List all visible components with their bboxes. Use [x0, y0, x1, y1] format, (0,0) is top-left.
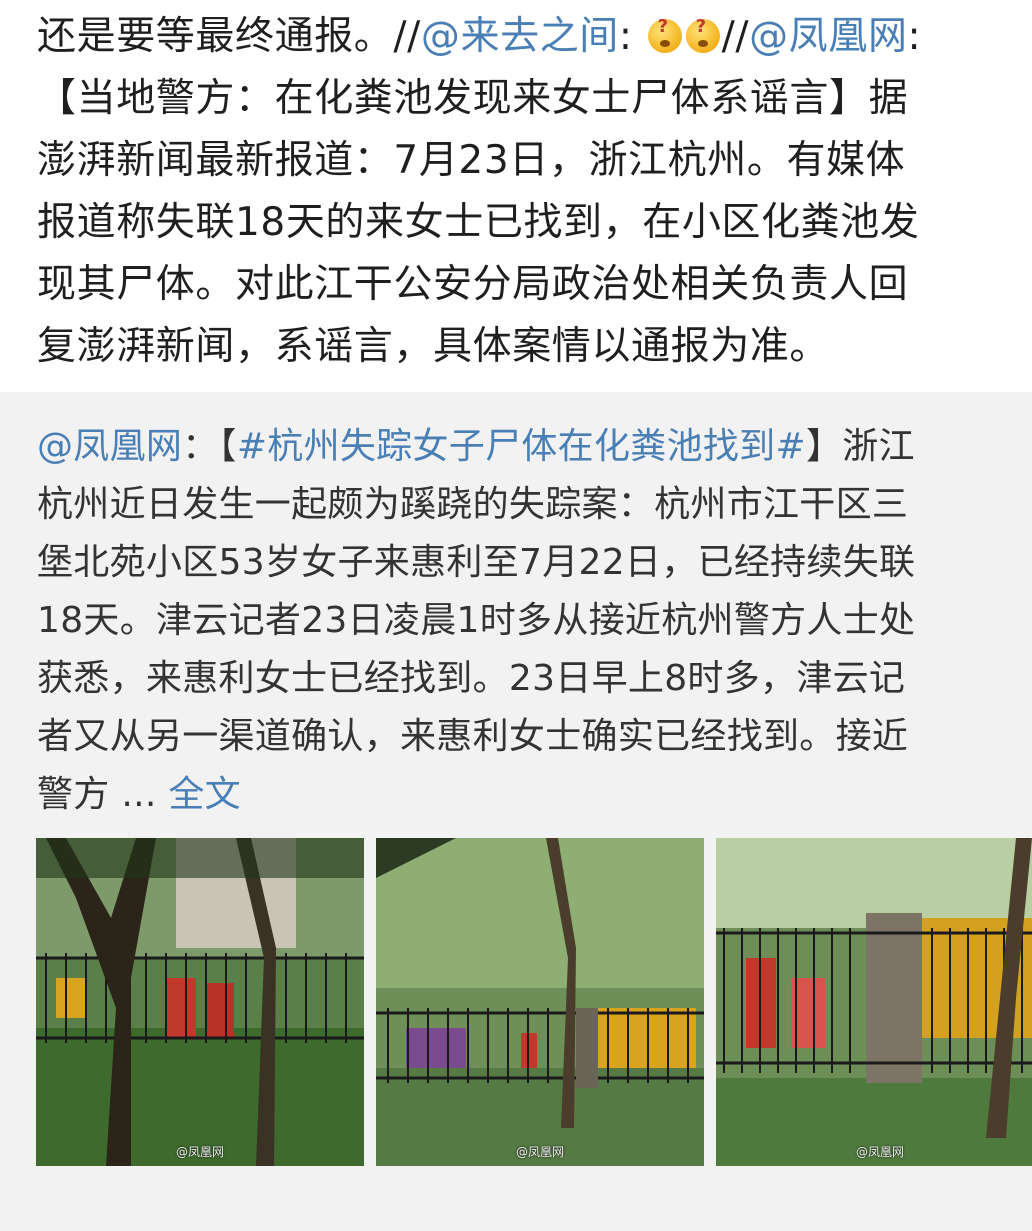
post-body: 还是要等最终通报。//@来去之间: ??//@凤凰网: 【当地警方：在化粪池发现来…	[0, 0, 1032, 392]
reposted-weibo-card[interactable]: @凤凰网：【#杭州失踪女子尸体在化粪池找到#】浙江 杭州近日发生一起颇为蹊跷的失踪…	[0, 392, 1032, 1231]
text-line: 还是要等最终通报。//@来去之间: ??//@凤凰网:	[37, 6, 921, 68]
text-segment: 18天。津云记者23日凌晨1时多从接近杭州警方人士处	[37, 600, 916, 641]
text-segment: :	[618, 14, 646, 59]
text-segment: 还是要等最终通报。//	[37, 14, 421, 59]
confused-emoji-icon: ?	[647, 17, 682, 53]
mention-link[interactable]: @凤凰网	[37, 426, 182, 467]
text-line: 18天。津云记者23日凌晨1时多从接近杭州警方人士处	[37, 592, 915, 650]
hashtag-link[interactable]: #杭州失踪女子尸体在化粪池找到#	[237, 426, 806, 467]
text-line: 获悉，来惠利女士已经找到。23日早上8时多，津云记	[37, 650, 905, 708]
text-segment: 澎湃新闻最新报道：7月23日，浙江杭州。有媒体	[37, 138, 906, 183]
text-line: 者又从另一渠道确认，来惠利女士确实已经找到。接近	[37, 708, 908, 766]
photo-watermark: @凤凰网	[515, 1145, 564, 1159]
photo-thumbnail-1[interactable]: @凤凰网	[36, 838, 364, 1166]
photo-thumbnail-2[interactable]: @凤凰网	[376, 838, 704, 1166]
photo-thumbnail-3[interactable]: @凤凰网	[716, 838, 1032, 1166]
text-segment: :	[907, 14, 922, 59]
text-line: 报道称失联18天的来女士已找到，在小区化粪池发	[37, 192, 919, 254]
mention-link[interactable]: @凤凰网	[749, 14, 907, 59]
text-segment: 现其尸体。对此江干公安分局政治处相关负责人回	[37, 262, 909, 307]
text-segment: //	[721, 14, 750, 59]
text-segment: 杭州近日发生一起颇为蹊跷的失踪案：杭州市江干区三	[37, 484, 909, 525]
confused-emoji-icon: ?	[685, 17, 720, 53]
text-line: 警方 ... 全文	[37, 766, 241, 824]
text-segment: ：【	[182, 426, 237, 467]
mention-link[interactable]: @来去之间	[421, 14, 619, 59]
photo-watermark: @凤凰网	[855, 1145, 904, 1159]
photo-park-fence-1	[36, 838, 364, 1166]
text-segment: 【当地警方：在化粪池发现来女士尸体系谣言】据	[37, 76, 909, 121]
photo-park-fence-2	[376, 838, 704, 1166]
text-segment: 获悉，来惠利女士已经找到。23日早上8时多，津云记	[37, 658, 906, 699]
text-segment: 】浙江	[805, 426, 915, 467]
text-line: 【当地警方：在化粪池发现来女士尸体系谣言】据	[37, 68, 908, 130]
photo-park-fence-3	[716, 838, 1032, 1166]
text-segment: 报道称失联18天的来女士已找到，在小区化粪池发	[37, 200, 920, 245]
text-line: 现其尸体。对此江干公安分局政治处相关负责人回	[37, 254, 908, 316]
text-segment: 警方 ...	[37, 774, 169, 815]
text-segment: 堡北苑小区53岁女子来惠利至7月22日，已经持续失联	[37, 542, 916, 583]
text-line: 复澎湃新闻，系谣言，具体案情以通报为准。	[37, 316, 829, 378]
text-segment: 复澎湃新闻，系谣言，具体案情以通报为准。	[37, 324, 830, 369]
text-segment: 者又从另一渠道确认，来惠利女士确实已经找到。接近	[37, 716, 909, 757]
text-line: 杭州近日发生一起颇为蹊跷的失踪案：杭州市江干区三	[37, 476, 908, 534]
text-line: 澎湃新闻最新报道：7月23日，浙江杭州。有媒体	[37, 130, 905, 192]
text-line: 堡北苑小区53岁女子来惠利至7月22日，已经持续失联	[37, 534, 915, 592]
photo-watermark: @凤凰网	[175, 1145, 224, 1159]
full-text-link[interactable]: 全文	[168, 774, 241, 815]
text-line: @凤凰网：【#杭州失踪女子尸体在化粪池找到#】浙江	[37, 418, 915, 476]
